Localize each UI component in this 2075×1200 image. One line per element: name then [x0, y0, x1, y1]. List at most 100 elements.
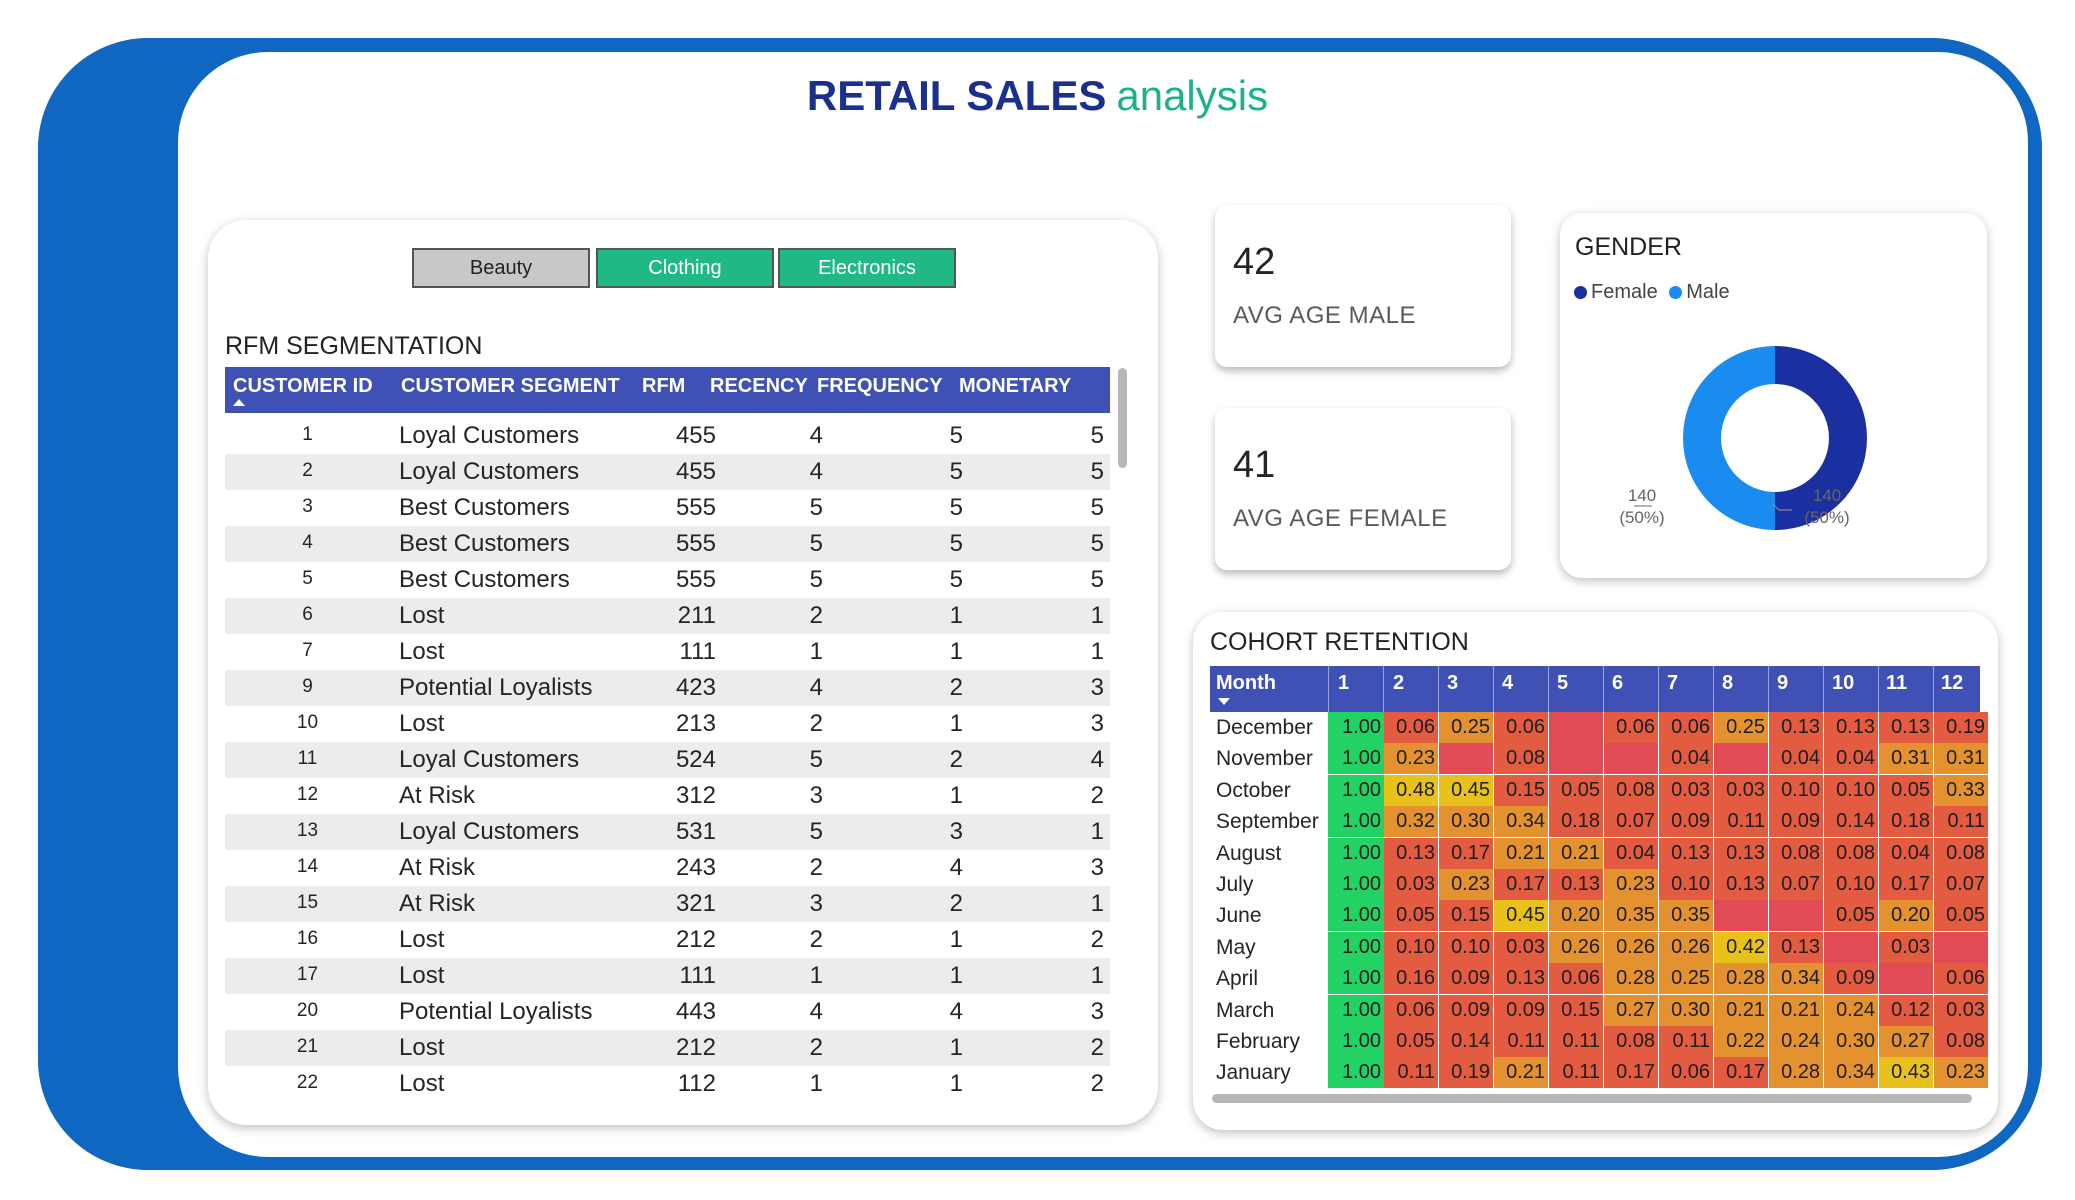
slicer-electronics[interactable]: Electronics: [778, 248, 956, 288]
col-period[interactable]: 10: [1832, 672, 1854, 695]
slicer-beauty[interactable]: Beauty: [412, 248, 590, 288]
table-row[interactable]: 14 At Risk 243 2 4 3: [225, 850, 1110, 886]
rfm-score-cell: 321: [675, 890, 716, 917]
cohort-cell: 0.11: [1659, 1026, 1713, 1057]
col-recency[interactable]: RECENCY: [710, 375, 808, 398]
recency-cell: 4: [809, 998, 823, 1025]
customer-segment-cell: At Risk: [399, 782, 476, 809]
table-row[interactable]: 11 Loyal Customers 524 5 2 4: [225, 742, 1110, 778]
cohort-month-label: September: [1216, 810, 1319, 834]
rfm-score-cell: 443: [675, 998, 716, 1025]
table-row[interactable]: 13 Loyal Customers 531 5 3 1: [225, 814, 1110, 850]
monetary-cell: 5: [1090, 422, 1104, 449]
customer-segment-cell: Lost: [399, 962, 445, 989]
col-period[interactable]: 3: [1447, 672, 1458, 695]
table-row[interactable]: 9 Potential Loyalists 423 4 2 3: [225, 670, 1110, 706]
cohort-cell: 0.23: [1604, 869, 1658, 900]
header-divider: [1878, 666, 1879, 712]
col-monetary[interactable]: MONETARY: [959, 375, 1071, 398]
cohort-cell: 0.23: [1439, 869, 1493, 900]
cohort-cell: 0.07: [1604, 806, 1658, 838]
cohort-scrollbar[interactable]: [1212, 1094, 1972, 1103]
cohort-cell: 0.03: [1879, 931, 1933, 963]
col-period[interactable]: 9: [1777, 672, 1788, 695]
table-row[interactable]: 22 Lost 112 1 1 2: [225, 1066, 1110, 1102]
cohort-month-label: May: [1216, 935, 1256, 959]
col-period[interactable]: 1: [1338, 672, 1349, 695]
table-row[interactable]: 15 At Risk 321 3 2 1: [225, 886, 1110, 922]
col-period[interactable]: 4: [1502, 672, 1513, 695]
frequency-cell: 5: [949, 494, 963, 521]
col-period[interactable]: 7: [1667, 672, 1678, 695]
cohort-cell: 0.27: [1879, 1026, 1933, 1057]
table-row[interactable]: 20 Potential Loyalists 443 4 4 3: [225, 994, 1110, 1030]
cohort-cell: 0.13: [1384, 837, 1438, 869]
customer-segment-cell: Loyal Customers: [399, 818, 580, 845]
slicer-clothing[interactable]: Clothing: [596, 248, 774, 288]
cohort-cell: 1.00: [1328, 869, 1384, 900]
col-customer-segment[interactable]: CUSTOMER SEGMENT: [401, 375, 620, 398]
table-row[interactable]: 17 Lost 111 1 1 1: [225, 958, 1110, 994]
cohort-cell: 0.25: [1714, 712, 1768, 743]
cohort-cell: 0.13: [1549, 869, 1603, 900]
recency-cell: 4: [809, 674, 823, 701]
recency-cell: 5: [809, 566, 823, 593]
table-row[interactable]: 10 Lost 213 2 1 3: [225, 706, 1110, 742]
table-row[interactable]: 4 Best Customers 555 5 5 5: [225, 526, 1110, 562]
cohort-cell: 0.08: [1769, 837, 1823, 869]
rfm-score-cell: 213: [675, 710, 716, 737]
recency-cell: 2: [809, 854, 823, 881]
table-row[interactable]: 1 Loyal Customers 455 4 5 5: [225, 418, 1110, 454]
cohort-month-label: November: [1216, 747, 1313, 771]
table-row[interactable]: 6 Lost 211 2 1 1: [225, 598, 1110, 634]
col-frequency[interactable]: FREQUENCY: [817, 375, 943, 398]
title-light: analysis: [1116, 72, 1269, 119]
frequency-cell: 1: [949, 1034, 963, 1061]
frequency-cell: 5: [949, 422, 963, 449]
col-period[interactable]: 6: [1612, 672, 1623, 695]
col-period[interactable]: 11: [1886, 672, 1907, 695]
cohort-cell: 0.24: [1824, 994, 1878, 1026]
cohort-cell: 0.09: [1439, 994, 1493, 1026]
cohort-cell: 0.07: [1934, 869, 1988, 900]
donut-slice-male[interactable]: [1683, 346, 1775, 530]
cohort-cell: 0.08: [1604, 1026, 1658, 1057]
avg-age-male-value: 42: [1233, 241, 1276, 283]
col-period[interactable]: 5: [1557, 672, 1568, 695]
table-row[interactable]: 2 Loyal Customers 455 4 5 5: [225, 454, 1110, 490]
cohort-cell: [1769, 900, 1823, 932]
cohort-cell: 0.10: [1439, 931, 1493, 963]
monetary-cell: 3: [1090, 674, 1104, 701]
monetary-cell: 1: [1090, 962, 1104, 989]
table-row[interactable]: 3 Best Customers 555 5 5 5: [225, 490, 1110, 526]
table-row[interactable]: 5 Best Customers 555 5 5 5: [225, 562, 1110, 598]
cohort-cell: 1.00: [1328, 837, 1384, 869]
customer-id-cell: 16: [296, 928, 319, 949]
cohort-month-label: March: [1216, 998, 1275, 1022]
female-pct: (50%): [1804, 508, 1850, 527]
col-period[interactable]: 12: [1941, 672, 1963, 695]
sort-descending-icon[interactable]: [1218, 698, 1230, 705]
cohort-cell: 0.31: [1934, 743, 1988, 775]
col-month[interactable]: Month: [1216, 672, 1276, 695]
monetary-cell: 1: [1090, 818, 1104, 845]
cohort-cell: 0.10: [1769, 774, 1823, 806]
rfm-scrollbar[interactable]: [1118, 368, 1127, 468]
table-row[interactable]: 7 Lost 111 1 1 1: [225, 634, 1110, 670]
table-row[interactable]: 16 Lost 212 2 1 2: [225, 922, 1110, 958]
cohort-cell: 0.04: [1604, 837, 1658, 869]
col-period[interactable]: 8: [1722, 672, 1733, 695]
sort-ascending-icon[interactable]: [233, 399, 245, 406]
frequency-cell: 4: [949, 998, 963, 1025]
col-rfm[interactable]: RFM: [642, 375, 685, 398]
cohort-cell: 0.14: [1824, 806, 1878, 838]
customer-id-cell: 10: [296, 712, 319, 733]
frequency-cell: 1: [949, 638, 963, 665]
cohort-month-label: April: [1216, 967, 1259, 991]
col-period[interactable]: 2: [1393, 672, 1404, 695]
table-row[interactable]: 21 Lost 212 2 1 2: [225, 1030, 1110, 1066]
col-customer-id[interactable]: CUSTOMER ID: [233, 375, 373, 398]
table-row[interactable]: 12 At Risk 312 3 1 2: [225, 778, 1110, 814]
frequency-cell: 4: [949, 854, 963, 881]
cohort-cell: 0.17: [1439, 837, 1493, 869]
